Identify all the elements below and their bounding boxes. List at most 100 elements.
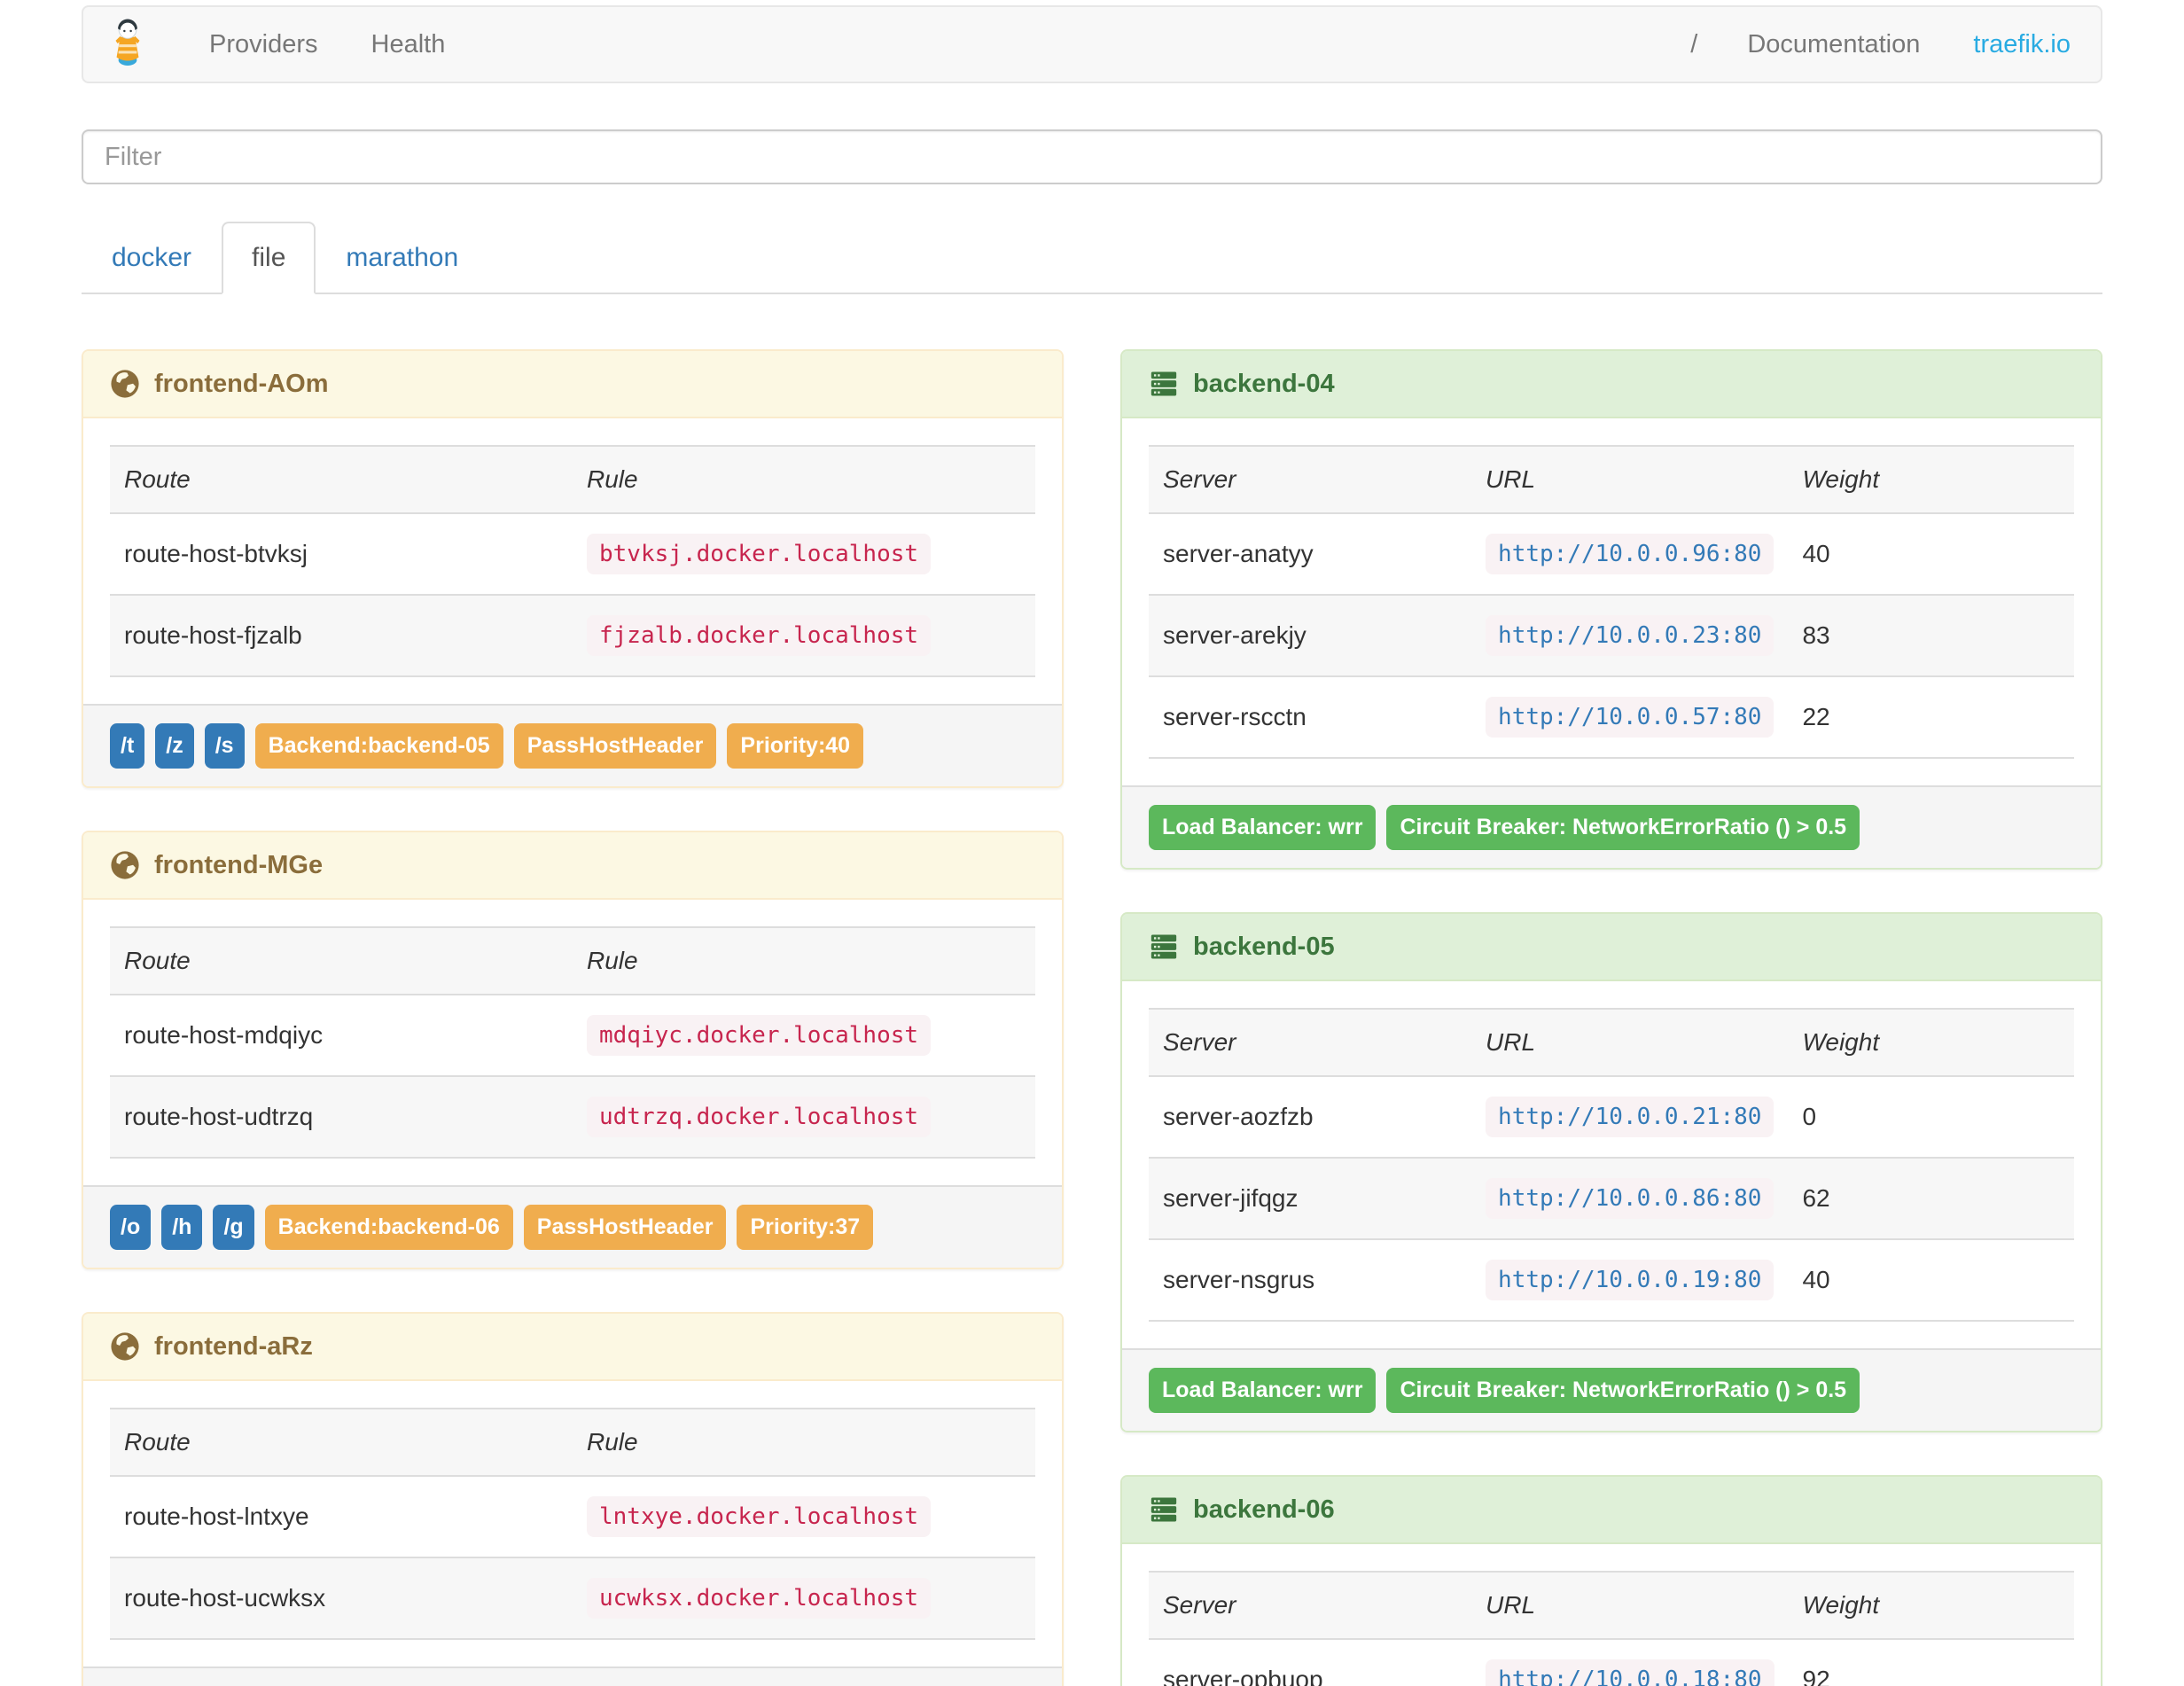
backend-tag: Backend:backend-06 (264, 1205, 513, 1250)
backend-card-body: Server URL Weight server-aozfzb http://1… (1122, 981, 2101, 1348)
frontends-column: frontend-AOm Route Rule route-host-btvks… (82, 349, 1064, 1686)
server-url-link[interactable]: http://10.0.0.18:80 (1486, 1659, 1774, 1686)
page-container: Providers Health / Documentation traefik… (82, 5, 2102, 1686)
path-tag: /o (110, 1205, 152, 1250)
backend-card-05: backend-05 Server URL Weight server-aozf… (1120, 912, 2102, 1432)
server-name: server-jifqgz (1163, 1184, 1299, 1212)
brand-logo[interactable] (108, 19, 147, 71)
routes-table: Route Rule route-host-lntxye lntxye.dock… (110, 1408, 1035, 1640)
frontend-card-aom: frontend-AOm Route Rule route-host-btvks… (82, 349, 1064, 788)
column-header-weight: Weight (1802, 1591, 1880, 1619)
backend-card-04: backend-04 Server URL Weight server-anat… (1120, 349, 2102, 870)
frontend-card-footer: /o /h /g Backend:backend-06 PassHostHead… (83, 1185, 1062, 1268)
server-url-link[interactable]: http://10.0.0.21:80 (1486, 1097, 1774, 1137)
table-row: route-host-btvksj btvksj.docker.localhos… (110, 513, 1035, 595)
nav-traefik-io[interactable]: traefik.io (1946, 30, 2076, 59)
table-row: route-host-lntxye lntxye.docker.localhos… (110, 1476, 1035, 1557)
column-header-route: Route (124, 947, 191, 974)
tab-file[interactable]: file (222, 222, 316, 294)
column-header-url: URL (1486, 1591, 1536, 1619)
route-name: route-host-fjzalb (124, 621, 302, 649)
tab-docker[interactable]: docker (82, 222, 222, 294)
path-tag: /h (161, 1205, 203, 1250)
load-balancer-tag: Load Balancer: wrr (1149, 805, 1377, 850)
server-url-link[interactable]: http://10.0.0.96:80 (1486, 534, 1774, 574)
column-header-url: URL (1486, 465, 1536, 493)
rule-chip: udtrzq.docker.localhost (587, 1097, 932, 1137)
server-weight: 40 (1802, 540, 1830, 567)
priority-tag: Priority:37 (737, 1205, 874, 1250)
frontend-title: frontend-MGe (154, 850, 324, 879)
provider-tabs: docker file marathon (82, 222, 2102, 294)
table-row: server-opbuop http://10.0.0.18:80 92 (1149, 1639, 2074, 1686)
server-weight: 40 (1802, 1266, 1830, 1293)
frontend-card-arz: frontend-aRz Route Rule route-host-lntxy… (82, 1312, 1064, 1686)
table-header-row: Server URL Weight (1149, 446, 2074, 513)
table-row: route-host-fjzalb fjzalb.docker.localhos… (110, 595, 1035, 676)
nav-health[interactable]: Health (345, 30, 472, 59)
server-weight: 62 (1802, 1184, 1830, 1212)
route-name: route-host-udtrzq (124, 1103, 314, 1130)
filter-bar (82, 129, 2102, 184)
server-url-link[interactable]: http://10.0.0.86:80 (1486, 1178, 1774, 1219)
backends-column: backend-04 Server URL Weight server-anat… (1120, 349, 2102, 1686)
route-name: route-host-btvksj (124, 540, 308, 567)
table-row: route-host-mdqiyc mdqiyc.docker.localhos… (110, 995, 1035, 1076)
route-name: route-host-lntxye (124, 1503, 309, 1530)
frontend-card-footer: /t /z /s Backend:backend-05 PassHostHead… (83, 704, 1062, 786)
path-tag: /t (110, 723, 145, 769)
servers-table: Server URL Weight server-aozfzb http://1… (1149, 1008, 2074, 1322)
server-url-link[interactable]: http://10.0.0.19:80 (1486, 1260, 1774, 1300)
column-header-server: Server (1163, 1028, 1236, 1056)
filter-input[interactable] (82, 129, 2102, 184)
column-header-server: Server (1163, 1591, 1236, 1619)
backend-card-body: Server URL Weight server-anatyy http://1… (1122, 418, 2101, 785)
circuit-breaker-tag: Circuit Breaker: NetworkErrorRatio () > … (1386, 1368, 1860, 1413)
frontend-card-body: Route Rule route-host-lntxye lntxye.dock… (83, 1381, 1062, 1666)
priority-tag: Priority:40 (727, 723, 864, 769)
passhostheader-tag: PassHostHeader (513, 723, 717, 769)
globe-icon (110, 369, 140, 399)
server-weight: 92 (1802, 1666, 1830, 1686)
server-url-link[interactable]: http://10.0.0.57:80 (1486, 697, 1774, 738)
backend-title: backend-04 (1193, 369, 1335, 398)
server-name: server-arekjy (1163, 621, 1306, 649)
backend-card-header: backend-04 (1122, 351, 2101, 418)
table-row: server-nsgrus http://10.0.0.19:80 40 (1149, 1239, 2074, 1321)
table-row: server-anatyy http://10.0.0.96:80 40 (1149, 513, 2074, 595)
rule-chip: fjzalb.docker.localhost (587, 615, 932, 656)
backend-card-footer: Load Balancer: wrr Circuit Breaker: Netw… (1122, 785, 2101, 868)
column-header-weight: Weight (1802, 1028, 1880, 1056)
nav-documentation[interactable]: Documentation (1720, 30, 1946, 59)
column-header-server: Server (1163, 465, 1236, 493)
server-name: server-opbuop (1163, 1666, 1323, 1686)
column-header-rule: Rule (587, 947, 638, 974)
routes-table: Route Rule route-host-mdqiyc mdqiyc.dock… (110, 926, 1035, 1159)
content-grid: frontend-AOm Route Rule route-host-btvks… (82, 349, 2102, 1686)
table-header-row: Route Rule (110, 1409, 1035, 1476)
rule-chip: btvksj.docker.localhost (587, 534, 932, 574)
table-row: server-aozfzb http://10.0.0.21:80 0 (1149, 1076, 2074, 1158)
server-weight: 22 (1802, 703, 1830, 730)
frontend-card-header: frontend-MGe (83, 832, 1062, 900)
route-name: route-host-mdqiyc (124, 1021, 324, 1049)
table-header-row: Server URL Weight (1149, 1572, 2074, 1639)
frontend-card-body: Route Rule route-host-btvksj btvksj.dock… (83, 418, 1062, 704)
nav-divider: / (1690, 29, 1698, 59)
rule-chip: lntxye.docker.localhost (587, 1496, 932, 1537)
tab-marathon[interactable]: marathon (316, 222, 488, 294)
table-row: server-jifqgz http://10.0.0.86:80 62 (1149, 1158, 2074, 1239)
path-tag: /g (213, 1205, 254, 1250)
backend-title: backend-06 (1193, 1495, 1335, 1524)
server-icon (1149, 369, 1179, 399)
frontend-title: frontend-aRz (154, 1331, 313, 1361)
backend-card-body: Server URL Weight server-opbuop http://1… (1122, 1544, 2101, 1686)
table-header-row: Route Rule (110, 446, 1035, 513)
path-tag: /z (155, 723, 194, 769)
server-weight: 0 (1802, 1103, 1817, 1130)
frontend-card-body: Route Rule route-host-mdqiyc mdqiyc.dock… (83, 900, 1062, 1185)
server-url-link[interactable]: http://10.0.0.23:80 (1486, 615, 1774, 656)
column-header-route: Route (124, 1428, 191, 1456)
server-name: server-aozfzb (1163, 1103, 1314, 1130)
nav-providers[interactable]: Providers (183, 30, 345, 59)
